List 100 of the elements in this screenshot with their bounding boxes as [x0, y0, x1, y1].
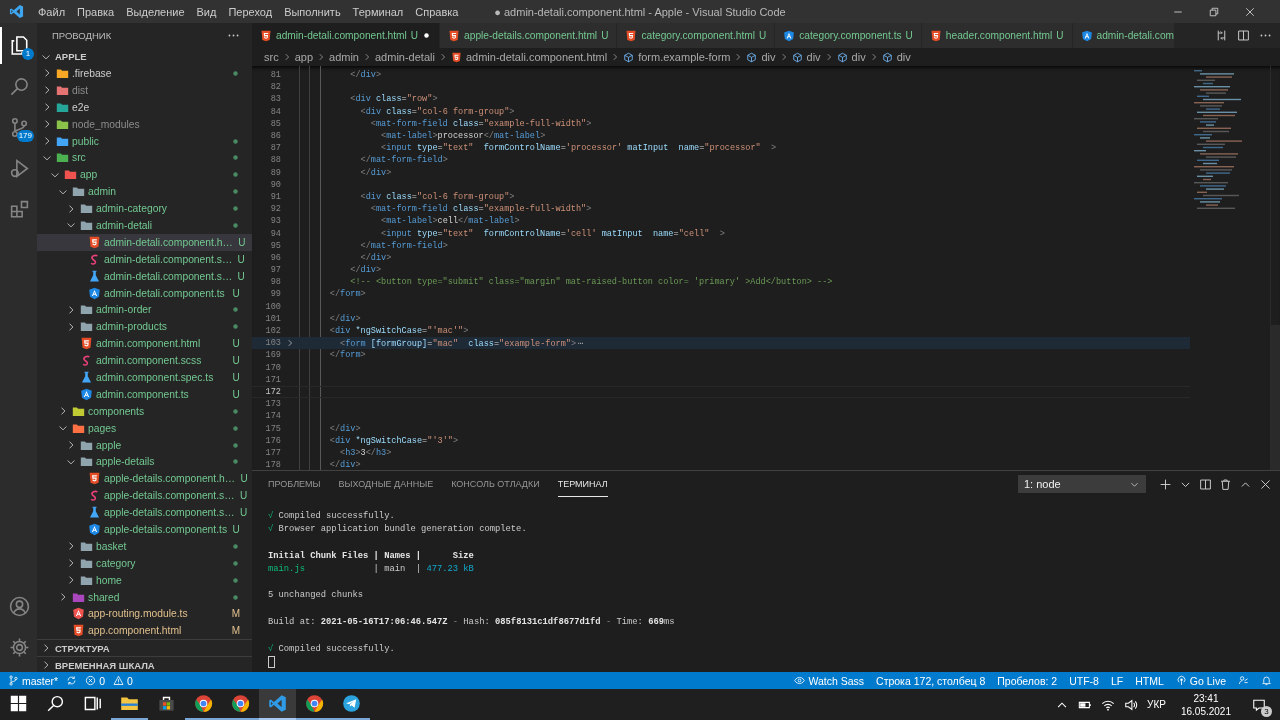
tree-row[interactable]: category — [37, 554, 252, 572]
clock-date[interactable]: 16.05.2021 — [1180, 704, 1231, 718]
panel-tab[interactable]: КОНСОЛЬ ОТЛАДКИ — [451, 471, 540, 497]
breadcrumb-item[interactable]: div — [791, 51, 821, 63]
status-item[interactable] — [1238, 675, 1249, 686]
tree-row[interactable]: app — [37, 166, 252, 184]
folder-name: apple-details — [96, 456, 156, 468]
notification-icon[interactable] — [1252, 697, 1266, 712]
status-item[interactable] — [1261, 675, 1272, 686]
editor-tab[interactable]: category.component.ts U — [775, 23, 922, 48]
trash-icon[interactable] — [1219, 477, 1232, 491]
tree-row[interactable]: node_modules — [37, 115, 252, 133]
tree-row[interactable]: apple-details.component.s… U — [37, 487, 252, 505]
breadcrumb-item[interactable]: admin-detali.component.html — [450, 51, 608, 63]
breadcrumb-item[interactable]: div — [836, 51, 866, 63]
restore-icon — [1208, 5, 1220, 18]
unsaved-dot-icon[interactable] — [422, 31, 432, 40]
activity-button[interactable]: 179 — [0, 109, 37, 146]
menu-item[interactable]: Файл — [38, 5, 66, 18]
tree-row[interactable]: admin-detali — [37, 217, 252, 234]
menu-item[interactable]: Вид — [196, 5, 217, 18]
tree-row[interactable]: shared — [37, 588, 252, 606]
status-item[interactable]: Go Live — [1175, 674, 1226, 687]
taskbar-button[interactable] — [259, 689, 296, 720]
status-item[interactable]: UTF-8 — [1069, 674, 1099, 687]
compare-changes-icon[interactable] — [1215, 29, 1228, 42]
tree-row[interactable]: apple — [37, 436, 252, 454]
editor-tab[interactable]: apple-details.component.html U — [440, 23, 618, 48]
tree-row[interactable]: admin.component.spec.ts U — [37, 369, 252, 386]
tree-row[interactable]: admin.component.html U — [37, 335, 252, 353]
menu-item[interactable]: Выполнить — [284, 5, 341, 18]
menu-item[interactable]: Справка — [415, 5, 459, 18]
line-number: 82 — [269, 82, 281, 93]
status-item[interactable]: HTML — [1135, 674, 1164, 687]
warning-count[interactable]: 0 — [127, 674, 133, 687]
menu-item[interactable]: Терминал — [352, 5, 404, 18]
tree-row[interactable]: basket — [37, 537, 252, 555]
editor-tab[interactable]: category.component.html U — [617, 23, 776, 48]
menu-item[interactable]: Переход — [228, 5, 273, 18]
tree-row[interactable]: admin-detali.component.s… U — [37, 250, 252, 268]
tree-row[interactable]: apple-details.component.ts U — [37, 521, 252, 538]
workspace-header[interactable]: APPLE — [37, 48, 252, 65]
tree-row[interactable]: admin-detali.component.h… U — [37, 233, 252, 251]
status-item[interactable]: Пробелов: 2 — [997, 674, 1058, 687]
menu-item[interactable]: Выделение — [126, 5, 185, 18]
tree-row[interactable]: admin-products — [37, 318, 252, 336]
tree-row[interactable]: admin-detali.component.ts U — [37, 284, 252, 302]
editor-tab[interactable]: header.component.html U — [921, 23, 1073, 48]
tree-row[interactable]: apple-details.component.h… U — [37, 470, 252, 488]
status-item[interactable] — [66, 675, 78, 686]
status-item[interactable]: LF — [1110, 674, 1124, 687]
tree-row[interactable]: .firebase — [37, 65, 252, 82]
tree-row[interactable]: admin-order — [37, 301, 252, 319]
tree-row[interactable]: admin-category — [37, 200, 252, 217]
status-item[interactable]: Watch Sass — [794, 674, 865, 687]
breadcrumb-item[interactable]: admin-detali — [375, 51, 435, 63]
status-item[interactable]: Строка 172, столбец 8 — [876, 674, 986, 687]
file-name: apple-details.component.ts — [104, 524, 228, 535]
tree-row[interactable]: admin.component.scss U — [37, 352, 252, 370]
speaker-icon[interactable] — [1124, 697, 1139, 712]
tree-row[interactable]: admin — [37, 183, 252, 201]
editor-tab[interactable]: admin-detali.com — [1072, 23, 1176, 48]
error-count[interactable]: 0 — [99, 674, 106, 687]
breadcrumb-item[interactable]: app — [294, 51, 314, 63]
language-indicator[interactable]: УКР — [1147, 699, 1166, 710]
breadcrumb-item[interactable]: admin — [329, 51, 359, 63]
plus-icon[interactable] — [1159, 477, 1172, 491]
tree-row[interactable]: dist — [37, 81, 252, 99]
status-item[interactable]: master* — [8, 674, 59, 687]
tree-row[interactable]: pages — [37, 419, 252, 437]
tree-row[interactable]: apple-details.component.s… U — [37, 504, 252, 522]
panel-tab[interactable]: ТЕРМИНАЛ — [557, 471, 608, 497]
menu-item[interactable]: Правка — [77, 5, 115, 18]
run-debug-icon — [9, 158, 30, 179]
breadcrumb-item[interactable]: src — [264, 51, 279, 63]
breadcrumb-item[interactable]: div — [881, 51, 911, 63]
tree-row[interactable]: e2e — [37, 98, 252, 116]
tree-row[interactable]: src — [37, 149, 252, 167]
breadcrumb-item[interactable]: form.example-form — [623, 51, 731, 63]
tree-row[interactable]: app-routing.module.ts M — [37, 605, 252, 623]
panel-tab[interactable]: ВЫХОДНЫЕ ДАННЫЕ — [338, 471, 434, 497]
terminal-select[interactable]: 1: node — [1018, 475, 1146, 493]
section-header[interactable]: СТРУКТУРА — [37, 639, 252, 657]
panel-tab[interactable]: ПРОБЛЕМЫ — [268, 471, 321, 497]
tree-row[interactable]: admin-detali.component.s… U — [37, 267, 252, 285]
tree-row[interactable]: apple-details — [37, 453, 252, 471]
close-icon[interactable] — [1259, 477, 1272, 491]
tree-row[interactable]: admin.component.ts U — [37, 385, 252, 403]
folder-name: public — [72, 135, 100, 147]
tree-row[interactable]: home — [37, 571, 252, 589]
breadcrumb-item[interactable]: div — [746, 51, 776, 63]
fold-chevron-icon[interactable] — [285, 338, 295, 349]
split-editor-icon[interactable] — [1237, 29, 1250, 42]
editor-tab[interactable]: admin-detali.component.html U — [252, 23, 441, 48]
tree-row[interactable]: public — [37, 132, 252, 150]
split-terminal-icon[interactable] — [1199, 477, 1212, 491]
tree-row[interactable]: components — [37, 402, 252, 420]
tree-row[interactable]: app.component.html M — [37, 622, 252, 640]
scrollbar[interactable] — [1270, 66, 1280, 470]
clock-time[interactable]: 23:41 — [1193, 691, 1219, 705]
